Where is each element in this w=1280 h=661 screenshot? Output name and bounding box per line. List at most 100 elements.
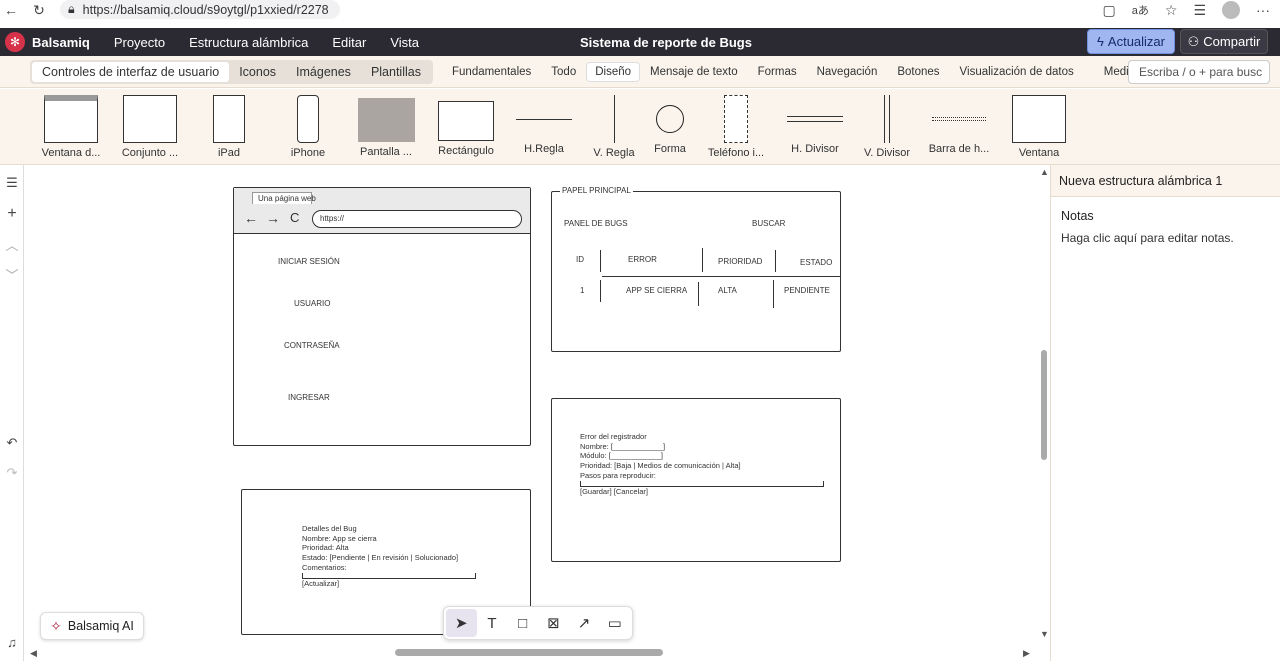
balsamiq-logo-icon[interactable]: ✻: [5, 32, 25, 52]
more-icon[interactable]: ···: [1256, 2, 1270, 18]
component-ipad[interactable]: iPad: [212, 95, 246, 159]
tab-ui-controls[interactable]: Controles de interfaz de usuario: [32, 62, 230, 82]
col-status: ESTADO: [800, 258, 833, 267]
component-v-rule[interactable]: V. Regla: [592, 95, 636, 159]
tab-templates[interactable]: Plantillas: [361, 63, 431, 81]
menu-editar[interactable]: Editar: [320, 35, 378, 50]
library-search-input[interactable]: Escriba / o + para busc: [1128, 60, 1270, 84]
component-tab-bar[interactable]: Barra de h...: [928, 95, 990, 155]
col-id: ID: [576, 255, 584, 264]
component-browser-window[interactable]: Ventana d...: [40, 95, 102, 159]
panel-title: PANEL DE BUGS: [564, 219, 628, 228]
rectangle-tool-icon[interactable]: □: [507, 609, 538, 637]
details-form-text: Detalles del Bug Nombre: App se cierra P…: [302, 524, 476, 588]
refresh-icon: C: [290, 210, 300, 225]
drawing-toolbar: ➤ T □ ⊠ ↗ ▭: [443, 606, 633, 640]
component-shape[interactable]: Forma: [652, 95, 688, 155]
redo-icon[interactable]: ↷: [4, 465, 20, 481]
properties-panel: Nueva estructura alámbrica 1 Notas Haga …: [1050, 165, 1280, 661]
component-h-divider[interactable]: H. Divisor: [784, 95, 846, 155]
menu-estructura[interactable]: Estructura alámbrica: [177, 35, 320, 50]
tab-images[interactable]: Imágenes: [286, 63, 361, 81]
cat-visualizacion[interactable]: Visualización de datos: [950, 66, 1084, 78]
canvas-horizontal-scrollbar[interactable]: ◀ ▶: [25, 648, 1038, 661]
menu-vista[interactable]: Vista: [378, 35, 431, 50]
scroll-down-icon[interactable]: ▼: [1040, 629, 1049, 639]
reload-icon[interactable]: ↻: [28, 2, 50, 19]
share-button[interactable]: ⚇ Compartir: [1180, 29, 1268, 54]
login-url: https://: [320, 214, 345, 223]
select-tool-icon[interactable]: ➤: [446, 609, 477, 637]
chevron-down-icon[interactable]: ﹀: [4, 265, 20, 284]
back-arrow-icon: ←: [244, 210, 258, 226]
back-icon[interactable]: ←: [0, 2, 22, 18]
arrow-tool-icon[interactable]: ↗: [569, 609, 600, 637]
text-tool-icon[interactable]: T: [477, 609, 508, 637]
star-icon[interactable]: ☆: [1165, 2, 1178, 19]
balsamiq-ai-button[interactable]: ✧ Balsamiq AI: [40, 612, 144, 640]
login-submit-label: INGRESAR: [288, 393, 330, 402]
scroll-left-icon[interactable]: ◀: [30, 648, 37, 659]
image-tool-icon[interactable]: ⊠: [538, 609, 569, 637]
component-v-divider[interactable]: V. Divisor: [862, 95, 912, 159]
component-strip: Ventana d... Conjunto ... iPad iPhone Pa…: [0, 89, 1280, 165]
lock-icon: 🔒︎: [68, 2, 75, 16]
component-iphone[interactable]: iPhone: [288, 95, 328, 159]
app-topbar: ✻ Balsamiq Proyecto Estructura alámbrica…: [0, 28, 1280, 56]
component-rectangle[interactable]: Rectángulo: [436, 95, 496, 157]
url-text: https://balsamiq.cloud/s9oytgl/p1xxied/r…: [82, 2, 329, 17]
login-title: INICIAR SESIÓN: [278, 257, 340, 266]
forward-arrow-icon: →: [266, 210, 280, 226]
wireframe-error-register[interactable]: Error del registrador Nombre: [_________…: [551, 398, 841, 562]
profile-avatar[interactable]: [1222, 1, 1240, 19]
menu-balsamiq[interactable]: Balsamiq: [32, 35, 102, 50]
row-error: APP SE CIERRA: [626, 286, 688, 295]
chevron-up-icon[interactable]: ︿: [4, 235, 20, 254]
address-bar[interactable]: 🔒︎ https://balsamiq.cloud/s9oytgl/p1xxie…: [60, 0, 340, 19]
scroll-up-icon[interactable]: ▲: [1040, 167, 1049, 177]
library-bar: Controles de interfaz de usuario Iconos …: [0, 56, 1280, 88]
canvas[interactable]: Una página web ← → C https:// INICIAR SE…: [25, 165, 1040, 648]
update-button[interactable]: ϟ Actualizar: [1087, 29, 1175, 54]
cat-mensaje[interactable]: Mensaje de texto: [640, 66, 748, 78]
register-form-text: Error del registrador Nombre: [_________…: [580, 432, 824, 496]
clipboard-icon[interactable]: ▢: [1103, 2, 1116, 19]
main-menu: Balsamiq Proyecto Estructura alámbrica E…: [32, 35, 431, 50]
translate-icon[interactable]: aあ: [1132, 2, 1149, 18]
tab-icons[interactable]: Iconos: [229, 63, 286, 81]
wireframe-bug-panel[interactable]: PAPEL PRINCIPAL PANEL DE BUGS BUSCAR ID …: [551, 186, 841, 352]
cat-diseno[interactable]: Diseño: [586, 62, 641, 82]
music-icon[interactable]: ♫: [4, 635, 20, 650]
cat-todo[interactable]: Todo: [541, 66, 586, 78]
cat-navegacion[interactable]: Navegación: [807, 66, 888, 78]
menu-proyecto[interactable]: Proyecto: [102, 35, 177, 50]
login-password-label: CONTRASEÑA: [284, 341, 340, 350]
cat-formas[interactable]: Formas: [748, 66, 807, 78]
wireframe-name[interactable]: Nueva estructura alámbrica 1: [1051, 165, 1280, 197]
notes-title: Notas: [1061, 209, 1094, 223]
scroll-right-icon[interactable]: ▶: [1023, 648, 1030, 659]
pages-icon[interactable]: ☰: [4, 175, 20, 191]
sparkle-icon: ✧: [50, 617, 62, 634]
cat-botones[interactable]: Botones: [887, 66, 949, 78]
browser-bar: ← ↻ 🔒︎ https://balsamiq.cloud/s9oytgl/p1…: [0, 0, 1280, 20]
component-browser-set[interactable]: Conjunto ...: [120, 95, 180, 159]
add-icon[interactable]: +: [4, 205, 20, 223]
component-window[interactable]: Ventana: [1010, 95, 1068, 159]
component-phone[interactable]: Teléfono i...: [706, 95, 766, 159]
login-user-label: USUARIO: [294, 299, 331, 308]
cat-fundamentales[interactable]: Fundamentales: [442, 66, 541, 78]
component-screen[interactable]: Pantalla ...: [356, 95, 416, 158]
component-h-rule[interactable]: H.Regla: [514, 95, 574, 155]
comment-tool-icon[interactable]: ▭: [599, 609, 630, 637]
canvas-vertical-scrollbar[interactable]: ▲ ▼: [1038, 165, 1050, 648]
wireframe-login[interactable]: Una página web ← → C https:// INICIAR SE…: [233, 187, 531, 446]
undo-icon[interactable]: ↶: [4, 435, 20, 451]
notes-body[interactable]: Haga clic aquí para editar notas.: [1051, 227, 1280, 249]
project-title[interactable]: Sistema de reporte de Bugs: [580, 35, 752, 50]
panel-search-label: BUSCAR: [752, 219, 786, 228]
horizontal-scroll-thumb[interactable]: [395, 649, 663, 656]
bolt-icon: ϟ: [1097, 34, 1104, 49]
favorites-icon[interactable]: ☰: [1193, 2, 1206, 19]
vertical-scroll-thumb[interactable]: [1041, 350, 1047, 460]
